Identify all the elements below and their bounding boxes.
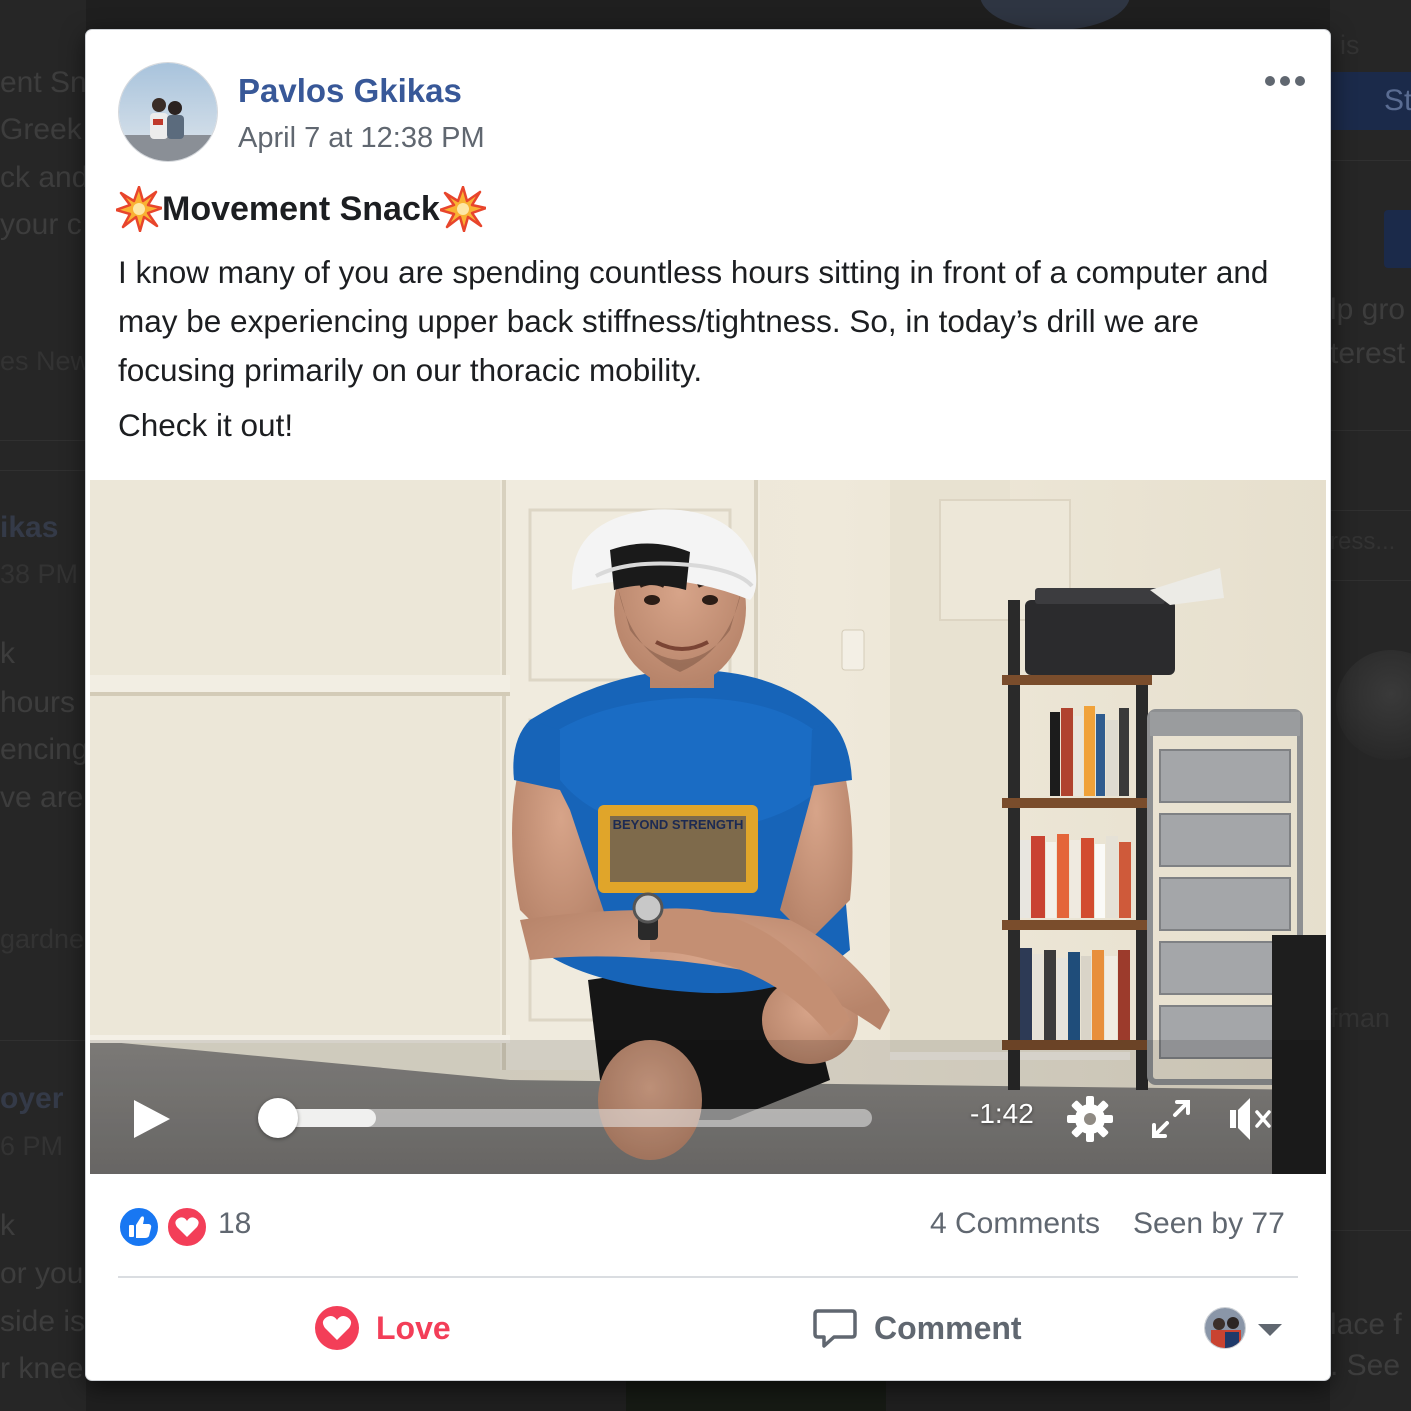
background-divider: [1330, 160, 1411, 161]
user-avatar: [1204, 1307, 1246, 1349]
reaction-count[interactable]: 18: [218, 1207, 251, 1241]
background-divider: [0, 440, 86, 441]
reaction-icons[interactable]: [118, 1206, 210, 1248]
background-text: k: [0, 637, 15, 670]
post-timestamp[interactable]: April 7 at 12:38 PM: [238, 122, 485, 155]
background-text: side is: [0, 1305, 86, 1338]
progress-scrubber[interactable]: [258, 1098, 298, 1138]
post-modal: Pavlos Gkikas April 7 at 12:38 PM Moveme…: [86, 30, 1330, 1380]
background-group-cover: [980, 0, 1130, 30]
comment-icon: [813, 1309, 857, 1348]
shirt-text: BEYOND STRENGTH: [613, 817, 744, 832]
more-options-button[interactable]: [1260, 66, 1310, 96]
background-text: ck and: [0, 161, 89, 194]
background-image: [626, 1380, 886, 1411]
author-name[interactable]: Pavlos Gkikas: [238, 72, 462, 110]
collision-icon: [439, 186, 486, 232]
caret-down-icon: [1258, 1324, 1282, 1336]
background-text: r knee: [0, 1352, 84, 1385]
background-divider: [0, 470, 86, 471]
comment-label: Comment: [874, 1309, 1022, 1346]
background-text: Greek: [0, 113, 82, 146]
background-text: hours: [0, 686, 76, 719]
mute-icon[interactable]: [1224, 1094, 1274, 1144]
love-icon: [315, 1306, 359, 1350]
like-icon: [118, 1206, 160, 1248]
post-title-text: Movement Snack: [162, 189, 440, 228]
background-text: oyer: [0, 1082, 64, 1115]
comment-button[interactable]: Comment: [812, 1302, 1022, 1354]
avatar-photo: [119, 63, 217, 161]
background-text: your c: [0, 208, 82, 241]
background-text: lp gro: [1330, 293, 1406, 326]
dot-icon: [1295, 76, 1305, 86]
background-divider: [1330, 430, 1411, 431]
background-text: fman: [1330, 1003, 1391, 1033]
time-remaining: -1:42: [970, 1098, 1034, 1129]
fullscreen-icon[interactable]: [1146, 1094, 1196, 1144]
background-text: St: [1384, 84, 1411, 117]
love-button[interactable]: Love: [314, 1302, 451, 1354]
video-player[interactable]: BEYOND STRENGTH -1:42: [90, 480, 1326, 1174]
love-label: Love: [376, 1309, 451, 1346]
footer-divider: [118, 1276, 1298, 1278]
background-divider: [1330, 510, 1411, 511]
dot-icon: [1265, 76, 1275, 86]
background-divider: [0, 1040, 86, 1041]
background-text: 38 PM: [0, 559, 79, 589]
play-icon[interactable]: [132, 1098, 172, 1140]
background-text: ikas: [0, 511, 59, 544]
background-text: ve are: [0, 781, 84, 814]
background-text: or you: [0, 1257, 84, 1290]
collision-icon: [116, 186, 162, 232]
background-text: k: [0, 1209, 15, 1242]
background-text: encing: [0, 733, 89, 766]
comments-count-link[interactable]: 4 Comments: [930, 1207, 1100, 1241]
background-divider: [1330, 1230, 1411, 1231]
post-body: I know many of you are spending countles…: [118, 254, 1269, 388]
background-text: ent Sn: [0, 66, 87, 99]
background-button: [1384, 210, 1411, 268]
background-text: ress...: [1330, 528, 1396, 555]
love-icon: [166, 1206, 208, 1248]
post-title: Movement Snack: [116, 186, 486, 232]
seen-by-count[interactable]: Seen by 77: [1133, 1207, 1285, 1241]
background-text: 6 PM: [0, 1131, 64, 1161]
gear-icon[interactable]: [1065, 1094, 1115, 1144]
background-text: es New: [0, 346, 91, 376]
background-text: terest: [1330, 337, 1406, 370]
background-text: gardne: [0, 924, 85, 954]
background-divider: [1330, 580, 1411, 581]
background-text: is: [1340, 30, 1360, 60]
background-text: lace f: [1330, 1308, 1402, 1341]
post-call-to-action: Check it out!: [118, 407, 294, 443]
post-as-selector[interactable]: [1204, 1306, 1282, 1350]
video-frame: BEYOND STRENGTH: [90, 480, 1326, 1174]
author-avatar[interactable]: [118, 62, 218, 162]
dot-icon: [1280, 76, 1290, 86]
background-text: . See: [1330, 1349, 1401, 1382]
